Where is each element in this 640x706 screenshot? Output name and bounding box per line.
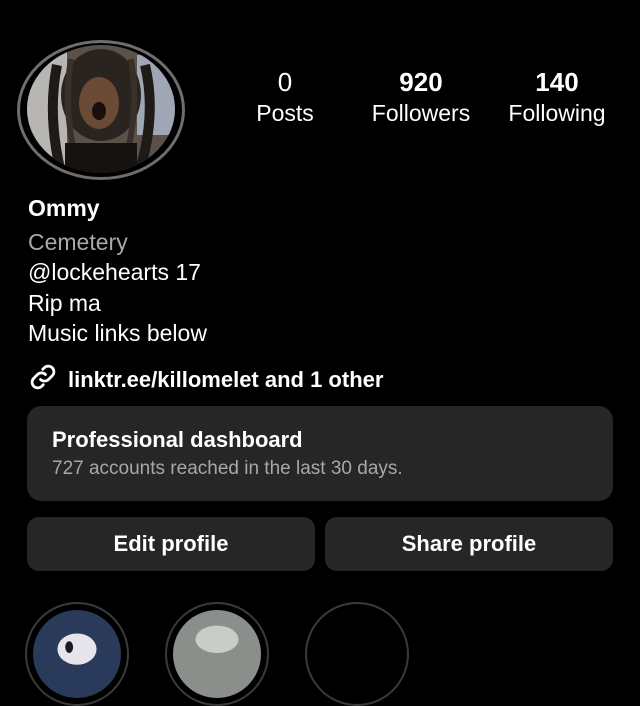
posts-label: Posts <box>256 100 314 126</box>
bio-line-3: Music links below <box>28 320 207 346</box>
share-profile-button[interactable]: Share profile <box>325 517 613 571</box>
following-label: Following <box>508 100 606 126</box>
new-highlight-button[interactable] <box>305 602 409 706</box>
followers-count: 920 <box>399 67 443 97</box>
avatar-photo <box>27 45 175 173</box>
profile-category: Cemetery <box>28 229 128 255</box>
professional-dashboard-card[interactable]: Professional dashboard 727 accounts reac… <box>27 406 613 501</box>
profile-name: Ommy <box>28 195 100 221</box>
avatar[interactable] <box>27 45 175 173</box>
dashboard-subtitle: 727 accounts reached in the last 30 days… <box>52 458 403 479</box>
highlight-thumbnail <box>33 610 121 698</box>
stat-posts[interactable]: 0 Posts <box>220 66 350 128</box>
dashboard-title: Professional dashboard <box>52 427 303 452</box>
story-highlight[interactable] <box>165 602 269 706</box>
profile-link-text: linktr.ee/killomelet and 1 other <box>68 366 384 392</box>
link-icon <box>28 362 58 397</box>
followers-label: Followers <box>371 100 471 126</box>
profile-link[interactable]: linktr.ee/killomelet and 1 other <box>28 362 383 397</box>
stat-followers[interactable]: 920 Followers <box>356 66 486 128</box>
bio-mention-line[interactable]: @lockehearts 17 <box>28 257 201 287</box>
bio-line-2: Rip ma <box>28 290 101 316</box>
story-highlight[interactable] <box>25 602 129 706</box>
highlight-thumbnail <box>173 610 261 698</box>
posts-count: 0 <box>277 67 293 97</box>
stat-following[interactable]: 140 Following <box>492 66 622 128</box>
edit-profile-button[interactable]: Edit profile <box>27 517 315 571</box>
following-count: 140 <box>535 67 579 97</box>
